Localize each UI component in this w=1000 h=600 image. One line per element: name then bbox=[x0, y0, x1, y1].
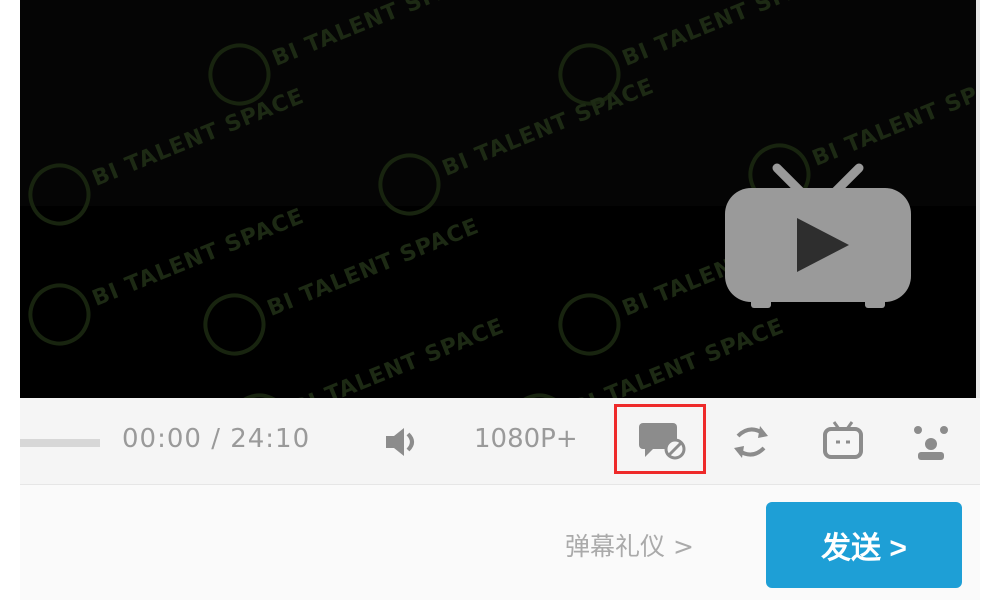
bilibili-tv-icon[interactable] bbox=[820, 418, 866, 464]
video-player[interactable]: BI TALENT SPACE BI TALENT SPACE BI TALEN… bbox=[20, 0, 976, 398]
volume-icon[interactable] bbox=[380, 424, 424, 460]
quality-selector[interactable]: 1080P+ bbox=[474, 424, 578, 454]
settings-icon[interactable] bbox=[906, 418, 956, 464]
player-edge bbox=[976, 0, 980, 398]
time-display: 00:00 / 24:10 bbox=[122, 424, 311, 454]
send-button[interactable]: 发送 > bbox=[766, 502, 962, 588]
tv-play-icon[interactable] bbox=[725, 160, 911, 310]
danmaku-toggle-icon bbox=[639, 423, 686, 460]
watermark: BI TALENT SPACE bbox=[369, 57, 665, 225]
danmaku-send-bar: 弹幕礼仪 > 发送 > bbox=[20, 485, 980, 600]
loop-icon[interactable] bbox=[728, 420, 774, 464]
player-control-bar: 00:00 / 24:10 1080P+ bbox=[20, 398, 980, 485]
danmaku-etiquette-link[interactable]: 弹幕礼仪 > bbox=[565, 527, 694, 563]
progress-bar[interactable] bbox=[20, 439, 100, 447]
danmaku-toggle-button[interactable] bbox=[614, 404, 706, 474]
